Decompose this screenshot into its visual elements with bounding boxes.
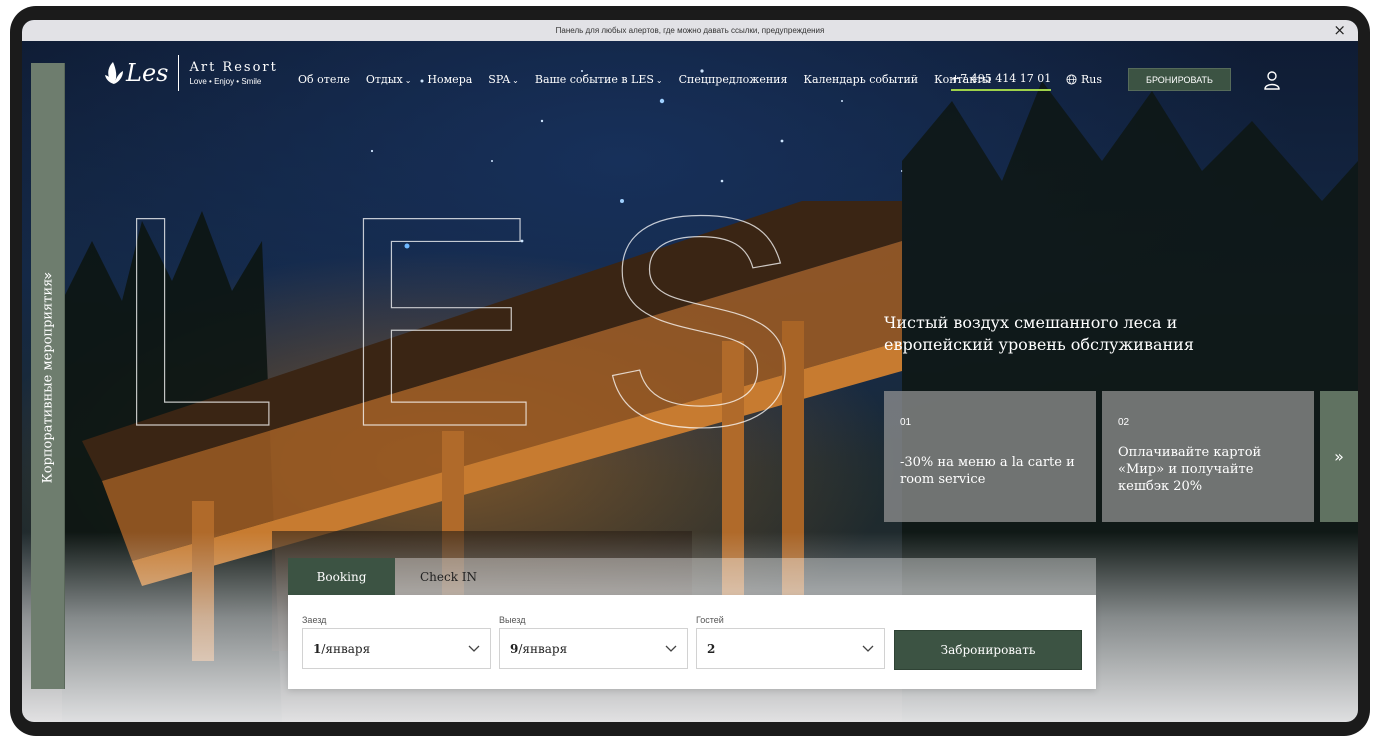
chevron-down-icon: ⌄ xyxy=(512,76,519,85)
checkin-select[interactable]: 1/января xyxy=(302,628,491,669)
checkout-label: Выезд xyxy=(499,615,526,625)
promo-card-number: 02 xyxy=(1118,417,1130,428)
checkout-field: Выезд 9/января xyxy=(499,615,688,669)
guests-field: Гостей 2 xyxy=(696,615,885,669)
promo-card-text: Оплачивайте картой «Мир» и получайте кеш… xyxy=(1118,445,1262,494)
logo-mark: Les xyxy=(104,59,168,87)
hero-tagline: Чистый воздух смешанного леса и европейс… xyxy=(884,313,1194,354)
corporate-events-label[interactable]: Корпоративные мероприятия xyxy=(41,279,56,484)
alert-bar: Панель для любых алертов, где можно дава… xyxy=(22,20,1358,41)
logo-les: Les xyxy=(126,59,169,87)
language-label: Rus xyxy=(1081,73,1103,86)
promo-card-number: 01 xyxy=(900,417,912,428)
chevron-down-icon: ⌄ xyxy=(655,76,663,85)
big-les-outline: LES xyxy=(112,200,812,460)
nav-item-about[interactable]: Об отеле xyxy=(298,73,350,86)
guests-label: Гостей xyxy=(696,615,724,625)
checkin-month: /января xyxy=(321,641,371,656)
tab-check-in[interactable]: Check IN xyxy=(395,558,502,595)
nav-item-label: Календарь событий xyxy=(803,73,919,86)
corporate-events-sidebar[interactable]: » Корпоративные мероприятия xyxy=(31,63,65,689)
alert-text[interactable]: Панель для любых алертов, где можно дава… xyxy=(556,26,825,35)
tab-booking[interactable]: Booking xyxy=(288,558,395,595)
nav-item-label: SPA xyxy=(488,73,511,86)
logo-subtitle: Love • Enjoy • Smile xyxy=(189,77,262,86)
nav-item-events-calendar[interactable]: Календарь событий xyxy=(803,73,918,86)
nav-item-label: Отдых xyxy=(365,73,403,86)
guests-select[interactable]: 2 xyxy=(696,628,885,669)
booking-panel: Заезд 1/января Выезд 9/января Гостей 2 З… xyxy=(288,595,1096,689)
chevron-down-icon xyxy=(665,645,677,652)
site-header: Les Art Resort Love • Enjoy • Smile Об о… xyxy=(22,41,1358,111)
checkin-value: 1/января xyxy=(313,642,370,656)
nav-item-label: Номера xyxy=(427,73,473,86)
cards-next-button[interactable]: » xyxy=(1320,391,1358,522)
book-header-button[interactable]: БРОНИРОВАТЬ xyxy=(1128,68,1231,91)
checkout-month: /января xyxy=(518,641,568,656)
guests-value: 2 xyxy=(707,642,715,656)
checkin-field: Заезд 1/января xyxy=(302,615,491,669)
close-icon[interactable]: × xyxy=(1333,22,1346,38)
nav-item-your-event[interactable]: Ваше событие в LES ⌄ xyxy=(535,73,663,86)
nav-item-label: Об отеле xyxy=(298,73,350,86)
logo-text: Art Resort Love • Enjoy • Smile xyxy=(189,60,277,86)
checkin-label: Заезд xyxy=(302,615,327,625)
chevron-down-icon: ⌄ xyxy=(404,76,412,85)
logo-title: Art Resort xyxy=(189,60,278,75)
phone-link[interactable]: +7 495 414 17 01 xyxy=(951,72,1052,91)
big-les-text: LES xyxy=(112,200,812,460)
globe-icon xyxy=(1066,74,1077,85)
promo-card-2[interactable]: 02 Оплачивайте картой «Мир» и получайте … xyxy=(1102,391,1314,522)
promo-card-text: -30% на меню a la carte и room service xyxy=(900,455,1075,487)
language-switcher[interactable]: Rus xyxy=(1066,73,1102,86)
logo[interactable]: Les Art Resort Love • Enjoy • Smile xyxy=(104,51,278,95)
main-nav: Об отеле Отдых ⌄ Номера SPA ⌄ Ваше событие… xyxy=(298,73,991,86)
nav-item-rooms[interactable]: Номера xyxy=(427,73,472,86)
nav-item-leisure[interactable]: Отдых ⌄ xyxy=(366,73,412,86)
checkout-value: 9/января xyxy=(510,642,567,656)
leaf-icon xyxy=(105,62,123,84)
nav-item-label: Спецпредложения xyxy=(678,73,788,86)
checkout-select[interactable]: 9/января xyxy=(499,628,688,669)
double-chevron-right-icon: » xyxy=(1334,447,1344,466)
submit-booking-button[interactable]: Забронировать xyxy=(894,630,1082,670)
nav-item-label: Ваше событие в LES xyxy=(534,73,654,86)
promo-card-1[interactable]: 01 -30% на меню a la carte и room servic… xyxy=(884,391,1096,522)
user-icon[interactable] xyxy=(1263,70,1281,90)
guests-count: 2 xyxy=(707,641,716,656)
booking-tabs: Booking Check IN xyxy=(288,558,502,595)
chevron-down-icon xyxy=(468,645,480,652)
nav-item-spa[interactable]: SPA ⌄ xyxy=(488,73,519,86)
chevron-down-icon xyxy=(862,645,874,652)
browser-screen: Панель для любых алертов, где можно дава… xyxy=(22,20,1358,722)
logo-divider xyxy=(178,55,180,91)
nav-item-special-offers[interactable]: Спецпредложения xyxy=(679,73,788,86)
